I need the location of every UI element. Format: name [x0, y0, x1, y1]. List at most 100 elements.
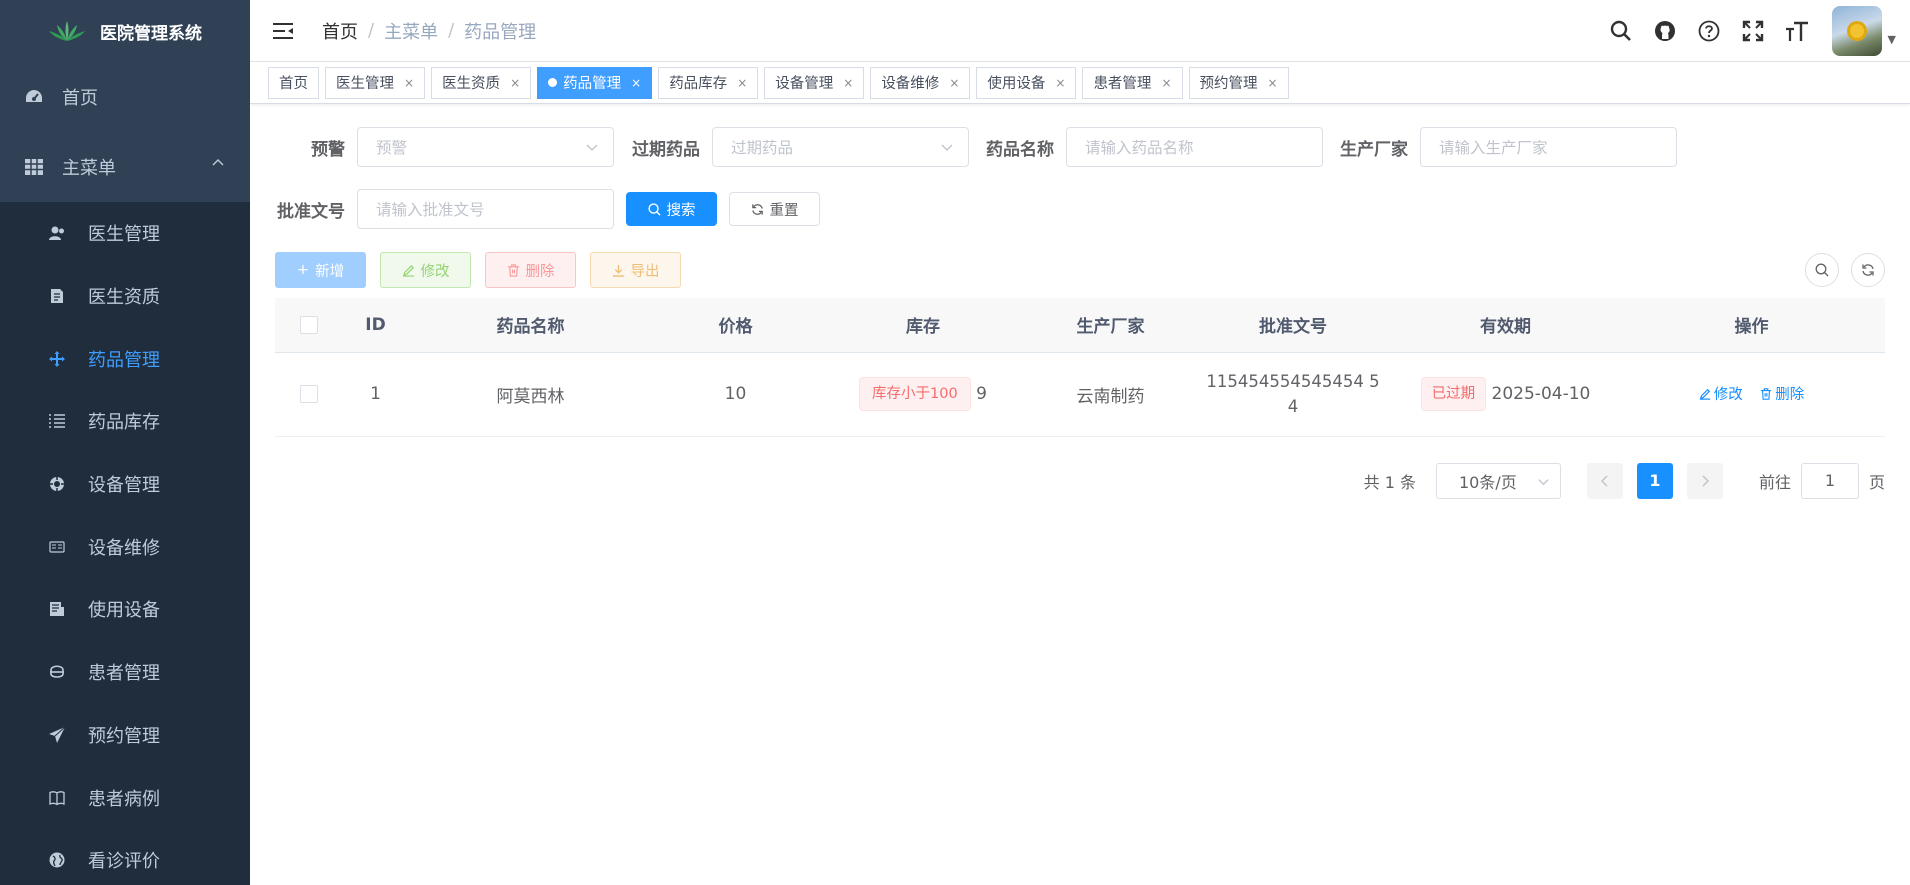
chevron-left-icon [1600, 474, 1608, 487]
export-button-label: 导出 [630, 263, 660, 280]
tab-label: 医生管理 [336, 76, 394, 92]
sidebar-item-1[interactable]: 医生资质 [0, 265, 250, 328]
edit-button[interactable]: 修改 [380, 252, 471, 288]
reset-button-label: 重置 [769, 202, 799, 219]
expiry-date: 2025-04-10 [1491, 384, 1591, 404]
search-button[interactable]: 搜索 [626, 192, 717, 226]
page-number-button[interactable]: 1 [1636, 462, 1673, 499]
tab-label: 首页 [279, 76, 308, 92]
help-icon[interactable] [1696, 18, 1722, 44]
toggle-search-button[interactable] [1805, 253, 1839, 287]
close-icon[interactable]: × [404, 76, 414, 90]
sidebar-item-9[interactable]: 患者病例 [0, 766, 250, 829]
export-button[interactable]: 导出 [590, 252, 681, 288]
select-all-cell [275, 298, 343, 353]
sidebar-item-10[interactable]: 看诊评价 [0, 829, 250, 885]
close-icon[interactable]: × [1161, 76, 1171, 90]
row-delete-label: 删除 [1775, 387, 1805, 404]
tab-0[interactable]: 首页 [268, 66, 319, 99]
close-icon[interactable]: × [843, 76, 853, 90]
prev-page-button[interactable] [1586, 462, 1623, 499]
delete-button[interactable]: 删除 [485, 252, 576, 288]
fullscreen-icon[interactable] [1740, 18, 1766, 44]
refresh-button[interactable] [1851, 253, 1885, 287]
column-header-id: ID [343, 298, 408, 353]
cell-maker: 云南制药 [1028, 352, 1193, 437]
edit-button-label: 修改 [420, 263, 450, 280]
dashboard-icon [24, 87, 44, 107]
maker-label: 生产厂家 [1340, 139, 1408, 160]
chevron-up-icon [212, 159, 224, 166]
sidebar-item-7[interactable]: 患者管理 [0, 641, 250, 704]
expired-label: 过期药品 [632, 139, 700, 160]
add-button[interactable]: + 新增 [275, 252, 366, 288]
row-delete-link[interactable]: 删除 [1760, 383, 1804, 404]
reset-button[interactable]: 重置 [729, 192, 820, 226]
breadcrumb-home[interactable]: 首页 [322, 18, 358, 44]
sidebar-item-2[interactable]: 药品管理 [0, 327, 250, 390]
select-all-checkbox[interactable] [300, 315, 318, 334]
page-size-select[interactable]: 10条/页 [1435, 462, 1561, 499]
list-icon [48, 412, 66, 430]
tab-label: 医生资质 [442, 76, 501, 92]
tab-4[interactable]: 药品库存 × [658, 66, 759, 99]
certificate-icon [48, 287, 66, 305]
tab-2[interactable]: 医生资质 × [431, 66, 532, 99]
row-edit-link[interactable]: 修改 [1699, 383, 1743, 404]
goto-page-input[interactable]: 1 [1800, 462, 1859, 499]
sidebar-item-3[interactable]: 药品库存 [0, 390, 250, 453]
low-stock-badge: 库存小于100 [859, 377, 971, 411]
maker-input[interactable]: 请输入生产厂家 [1420, 127, 1677, 167]
row-select-cell [275, 352, 343, 437]
column-header-approval: 批准文号 [1193, 298, 1393, 353]
book-icon [48, 789, 66, 807]
chevron-right-icon [1702, 474, 1710, 487]
column-header-expiry: 有效期 [1393, 298, 1618, 353]
drug-name-input[interactable]: 请输入药品名称 [1066, 127, 1323, 167]
close-icon[interactable]: × [949, 76, 959, 90]
sidebar-item-8[interactable]: 预约管理 [0, 704, 250, 767]
tab-1[interactable]: 医生管理 × [325, 66, 426, 99]
tab-8[interactable]: 患者管理 × [1082, 66, 1183, 99]
tab-3[interactable]: 药品管理 × [537, 66, 653, 99]
sidebar-item-label: 看诊评价 [88, 851, 160, 873]
tab-7[interactable]: 使用设备 × [976, 66, 1077, 99]
sidebar-item-4[interactable]: 设备管理 [0, 453, 250, 516]
close-icon[interactable]: × [737, 76, 747, 90]
sidebar-item-label: 患者病例 [88, 788, 160, 810]
breadcrumb-separator: / [368, 20, 375, 41]
cell-id: 1 [343, 352, 408, 437]
sidebar-item-main-menu[interactable]: 主菜单 [0, 132, 250, 202]
sidebar-item-label: 患者管理 [88, 663, 160, 685]
hamburger-icon[interactable] [272, 20, 294, 42]
expired-placeholder: 过期药品 [731, 139, 794, 157]
cell-name: 阿莫西林 [408, 352, 653, 437]
sidebar-item-home[interactable]: 首页 [0, 62, 250, 132]
breadcrumb-main-menu: 主菜单 [384, 21, 439, 43]
sidebar-item-6[interactable]: 使用设备 [0, 578, 250, 641]
column-header-name: 药品名称 [408, 298, 653, 353]
close-icon[interactable]: × [1268, 76, 1278, 90]
tab-9[interactable]: 预约管理 × [1188, 66, 1289, 99]
logo[interactable]: 医院管理系统 [0, 0, 250, 62]
close-icon[interactable]: × [1055, 76, 1065, 90]
user-menu[interactable]: ▼ [1831, 5, 1896, 56]
font-size-icon[interactable] [1784, 18, 1810, 44]
tab-6[interactable]: 设备维修 × [870, 66, 971, 99]
warning-select[interactable]: 预警 [357, 127, 614, 167]
close-icon[interactable]: × [631, 76, 641, 90]
breadcrumb-current: 药品管理 [464, 21, 537, 43]
tab-5[interactable]: 设备管理 × [764, 66, 865, 99]
next-page-button[interactable] [1686, 462, 1723, 499]
tab-label: 药品库存 [669, 76, 728, 92]
expired-select[interactable]: 过期药品 [712, 127, 969, 167]
search-icon[interactable] [1608, 18, 1634, 44]
approval-input[interactable]: 请输入批准文号 [357, 189, 614, 229]
close-icon[interactable]: × [510, 76, 520, 90]
github-icon[interactable] [1652, 18, 1678, 44]
sidebar-item-5[interactable]: 设备维修 [0, 515, 250, 578]
row-checkbox[interactable] [300, 385, 318, 403]
cell-stock: 库存小于100 9 [818, 352, 1028, 437]
caret-down-icon: ▼ [1887, 33, 1896, 46]
sidebar-item-0[interactable]: 医生管理 [0, 202, 250, 265]
